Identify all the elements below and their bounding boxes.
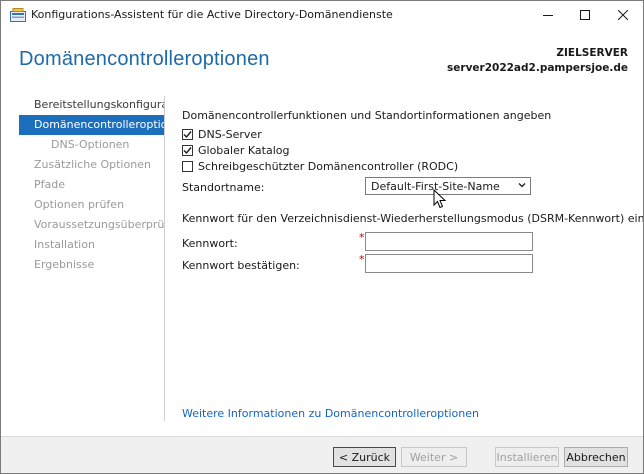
close-icon	[618, 10, 628, 20]
rodc-checkbox-row[interactable]: Schreibgeschützter Domänencontroller (RO…	[182, 159, 458, 173]
global-catalog-checkbox[interactable]	[182, 144, 193, 156]
global-catalog-checkbox-row[interactable]: Globaler Katalog	[182, 143, 289, 157]
password-label: Kennwort:	[182, 237, 238, 250]
checkmark-icon	[183, 130, 192, 138]
window-title: Konfigurations-Assistent für die Active …	[31, 8, 393, 21]
site-name-dropdown[interactable]: Default-First-Site-Name	[365, 177, 531, 195]
global-catalog-label: Globaler Katalog	[198, 143, 290, 157]
mouse-pointer-icon	[433, 189, 447, 209]
nav-item-prerequisites: Voraussetzungsüberprüfu...	[34, 218, 165, 231]
section-heading: Domänencontrollerfunktionen und Standort…	[182, 109, 552, 122]
nav-item-dc-options[interactable]: Domänencontrolleroption...	[19, 115, 165, 135]
dns-server-checkbox[interactable]	[182, 128, 193, 140]
cancel-button[interactable]: Abbrechen	[564, 447, 628, 467]
checkmark-icon	[183, 146, 192, 154]
confirm-password-label: Kennwort bestätigen:	[182, 259, 300, 272]
nav-item-results: Ergebnisse	[34, 258, 95, 271]
title-bar: Konfigurations-Assistent für die Active …	[1, 1, 643, 29]
confirm-password-input[interactable]	[365, 254, 533, 273]
nav-item-additional-options: Zusätzliche Optionen	[34, 158, 151, 171]
wizard-window: Konfigurations-Assistent für die Active …	[0, 0, 644, 474]
nav-item-deployment-config[interactable]: Bereitstellungskonfigurati...	[19, 95, 165, 115]
page-title: Domänencontrolleroptionen	[19, 48, 270, 70]
more-info-link[interactable]: Weitere Informationen zu Domänencontroll…	[182, 407, 479, 420]
site-name-label: Standortname:	[182, 181, 265, 194]
back-button[interactable]: < Zurück	[333, 447, 396, 467]
next-button[interactable]: Weiter >	[401, 447, 467, 467]
dns-server-checkbox-row[interactable]: DNS-Server	[182, 127, 262, 141]
nav-divider	[164, 96, 165, 421]
required-marker: *	[359, 231, 365, 244]
close-button[interactable]	[601, 1, 643, 29]
server-manager-icon	[10, 8, 26, 22]
target-server-label: ZIELSERVER	[556, 47, 628, 59]
required-marker: *	[359, 253, 365, 266]
nav-item-paths: Pfade	[34, 178, 65, 191]
maximize-icon	[580, 10, 590, 20]
nav-item-review-options: Optionen prüfen	[34, 198, 125, 211]
minimize-icon	[543, 15, 553, 16]
nav-item-installation: Installation	[34, 238, 95, 251]
target-server-value: server2022ad2.pampersjoe.de	[447, 62, 628, 74]
install-button[interactable]: Installieren	[495, 447, 559, 467]
rodc-checkbox[interactable]	[182, 160, 193, 172]
chevron-down-icon	[518, 183, 526, 188]
nav-item-dns-options: DNS-Optionen	[51, 138, 130, 151]
rodc-label: Schreibgeschützter Domänencontroller (RO…	[198, 159, 459, 173]
footer-bar: < Zurück Weiter > Installieren Abbrechen	[1, 436, 643, 473]
dsrm-heading: Kennwort für den Verzeichnisdienst-Wiede…	[182, 212, 644, 225]
dns-server-label: DNS-Server	[198, 127, 262, 141]
password-input[interactable]	[365, 232, 533, 251]
